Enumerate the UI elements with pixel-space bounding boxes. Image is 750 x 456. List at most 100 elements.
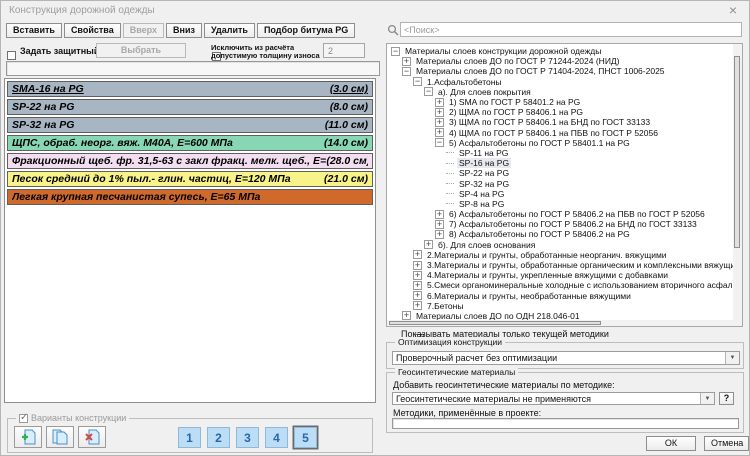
tree-item[interactable]: SP-22 на PG [387,168,742,178]
tree-item[interactable]: −Материалы слоев конструкции дорожной од… [387,46,742,56]
tree-item[interactable]: +3) ЩМА по ГОСТ Р 58406.1 на БНД по ГОСТ… [387,117,742,127]
ok-button[interactable]: ОК [646,436,696,451]
expand-icon[interactable]: + [435,128,444,137]
tree-item[interactable]: SP-8 на PG [387,199,742,209]
tree-item[interactable]: −1.Асфальтобетоны [387,77,742,87]
expand-icon[interactable]: + [435,210,444,219]
expand-icon[interactable]: + [435,118,444,127]
layer-row[interactable]: Легкая крупная песчанистая супесь, Е=65 … [7,189,373,205]
layer-thickness: (8.0 см) [330,101,368,113]
tree-item-label: SP-16 на PG [457,158,511,168]
optimization-value: Проверочный расчет без оптимизации [396,353,557,363]
protective-layer-checkbox[interactable] [7,51,16,60]
expand-icon[interactable]: + [413,291,422,300]
tree-item[interactable]: +8) Асфальтобетоны по ГОСТ Р 58406.2 на … [387,229,742,239]
expand-icon[interactable]: + [435,108,444,117]
close-icon[interactable]: × [729,3,737,17]
tree-connector [446,173,454,174]
tree-item[interactable]: +1) SMA по ГОСТ Р 58401.2 на PG [387,97,742,107]
collapse-icon[interactable]: − [424,87,433,96]
tree-item[interactable]: +5.Смеси органоминеральные холодные с ис… [387,280,742,290]
variants-checkbox[interactable] [19,414,28,423]
tree-item[interactable]: +Материалы слоев ДО по ГОСТ Р 71244-2024… [387,56,742,66]
tree-item[interactable]: +2) ЩМА по ГОСТ Р 58406.1 на PG [387,107,742,117]
toolbar-button-вниз[interactable]: Вниз [166,23,202,38]
expand-icon[interactable]: + [413,250,422,259]
expand-icon[interactable]: + [435,220,444,229]
delete-variant-button[interactable] [78,426,106,448]
expand-icon[interactable]: + [402,57,411,66]
expand-icon[interactable]: + [424,240,433,249]
tree-vertical-scrollbar[interactable] [733,44,742,326]
tree-item[interactable]: +3.Материалы и грунты, обработанные орга… [387,260,742,270]
expand-icon[interactable]: + [435,230,444,239]
tree-item[interactable]: +6) Асфальтобетоны по ГОСТ Р 58406.2 на … [387,209,742,219]
toolbar-button-удалить[interactable]: Удалить [204,23,255,38]
expand-icon[interactable]: + [413,271,422,280]
tree-item-label: 3.Материалы и грунты, обработанные орган… [425,260,743,270]
tree-item[interactable]: −а). Для слоев покрытия [387,87,742,97]
variant-page-button-2[interactable]: 2 [207,427,230,448]
tree-item[interactable]: +б). Для слоев основания [387,240,742,250]
variants-legend: Варианты конструкции [16,413,129,423]
tree-item-label: SP-11 на PG [457,148,510,158]
expand-icon[interactable]: + [435,98,444,107]
tree-item[interactable]: +7.Бетоны [387,301,742,311]
layer-row[interactable]: SP-22 на PG (8.0 см) [7,99,373,115]
tree-item[interactable]: +4.Материалы и грунты, укрепленные вяжущ… [387,270,742,280]
tree-item-label: 7.Бетоны [425,301,465,311]
layer-name: SP-22 на PG [12,101,74,113]
tree-item[interactable]: −5) Асфальтобетоны по ГОСТ Р 58401.1 на … [387,138,742,148]
layer-row[interactable]: SMA-16 на PG(3.0 см) [7,81,373,97]
tree-item-label: 1) SMA по ГОСТ Р 58401.2 на PG [447,97,582,107]
layer-row[interactable]: Фракционный щеб. фр. 31,5-63 с закл фрак… [7,153,373,169]
select-material-button[interactable]: Выбрать материал [96,43,186,58]
toolbar-button-вверх[interactable]: Вверх [123,23,164,38]
tree-item[interactable]: SP-16 на PG [387,158,742,168]
tree-vscroll-thumb[interactable] [734,56,740,248]
tree-item[interactable]: +7) Асфальтобетоны по ГОСТ Р 58406.2 на … [387,219,742,229]
geo-method-combobox[interactable]: Геосинтетические материалы не применяютс… [392,392,715,405]
collapse-icon[interactable]: − [391,47,400,56]
toolbar-button-свойства[interactable]: Свойства [64,23,121,38]
optimization-combobox[interactable]: Проверочный расчет без оптимизации [392,351,740,365]
tree-item[interactable]: SP-11 на PG [387,148,742,158]
expand-icon[interactable]: + [413,281,422,290]
variant-page-button-4[interactable]: 4 [265,427,288,448]
add-variant-button[interactable] [14,426,42,448]
tree-item[interactable]: +6.Материалы и грунты, необработанные вя… [387,291,742,301]
tree-item[interactable]: +4) ЩМА по ГОСТ Р 58406.1 на ПБВ по ГОСТ… [387,128,742,138]
tree-item-label: 5.Смеси органоминеральные холодные с исп… [425,280,743,290]
material-name-field[interactable] [6,61,380,76]
variant-page-button-3[interactable]: 3 [236,427,259,448]
geo-help-button[interactable]: ? [719,392,734,405]
layer-name: SMA-16 на PG [12,83,84,95]
layer-name: Песок средний до 1% пыл.- глин. частиц, … [12,173,291,185]
tree-horizontal-scrollbar[interactable] [387,320,735,326]
tree-item[interactable]: +2.Материалы и грунты, обработанные неор… [387,250,742,260]
tree-item-label: 4.Материалы и грунты, укрепленные вяжущи… [425,270,670,280]
tree-hscroll-thumb[interactable] [389,321,601,325]
tree-item[interactable]: SP-32 на PG [387,178,742,188]
wear-thickness-field[interactable]: 2 [323,43,365,58]
variant-page-button-1[interactable]: 1 [178,427,201,448]
collapse-icon[interactable]: − [435,138,444,147]
layer-row[interactable]: SP-32 на PG(11.0 см) [7,117,373,133]
layer-row[interactable]: Песок средний до 1% пыл.- глин. частиц, … [7,171,373,187]
tree-item[interactable]: SP-4 на PG [387,189,742,199]
layer-row[interactable]: ЩПС, обраб. неорг. вяж. М40А, Е=600 МПа(… [7,135,373,151]
geo-methods-field[interactable] [392,418,739,429]
tree-item[interactable]: −Материалы слоев ДО по ГОСТ Р 71404-2024… [387,66,742,76]
collapse-icon[interactable]: − [402,67,411,76]
expand-icon[interactable]: + [413,261,422,270]
search-input[interactable] [400,22,742,37]
copy-variant-button[interactable] [46,426,74,448]
cancel-button[interactable]: Отмена [704,436,749,451]
dialog-title: Конструкция дорожной одежды [9,5,155,16]
tree-item-label: 5) Асфальтобетоны по ГОСТ Р 58401.1 на P… [447,138,632,148]
expand-icon[interactable]: + [413,301,422,310]
toolbar-button-подбор-битума-pg[interactable]: Подбор битума PG [257,23,355,38]
collapse-icon[interactable]: − [413,77,422,86]
toolbar-button-вставить[interactable]: Вставить [6,23,62,38]
variant-page-button-5[interactable]: 5 [294,427,317,448]
